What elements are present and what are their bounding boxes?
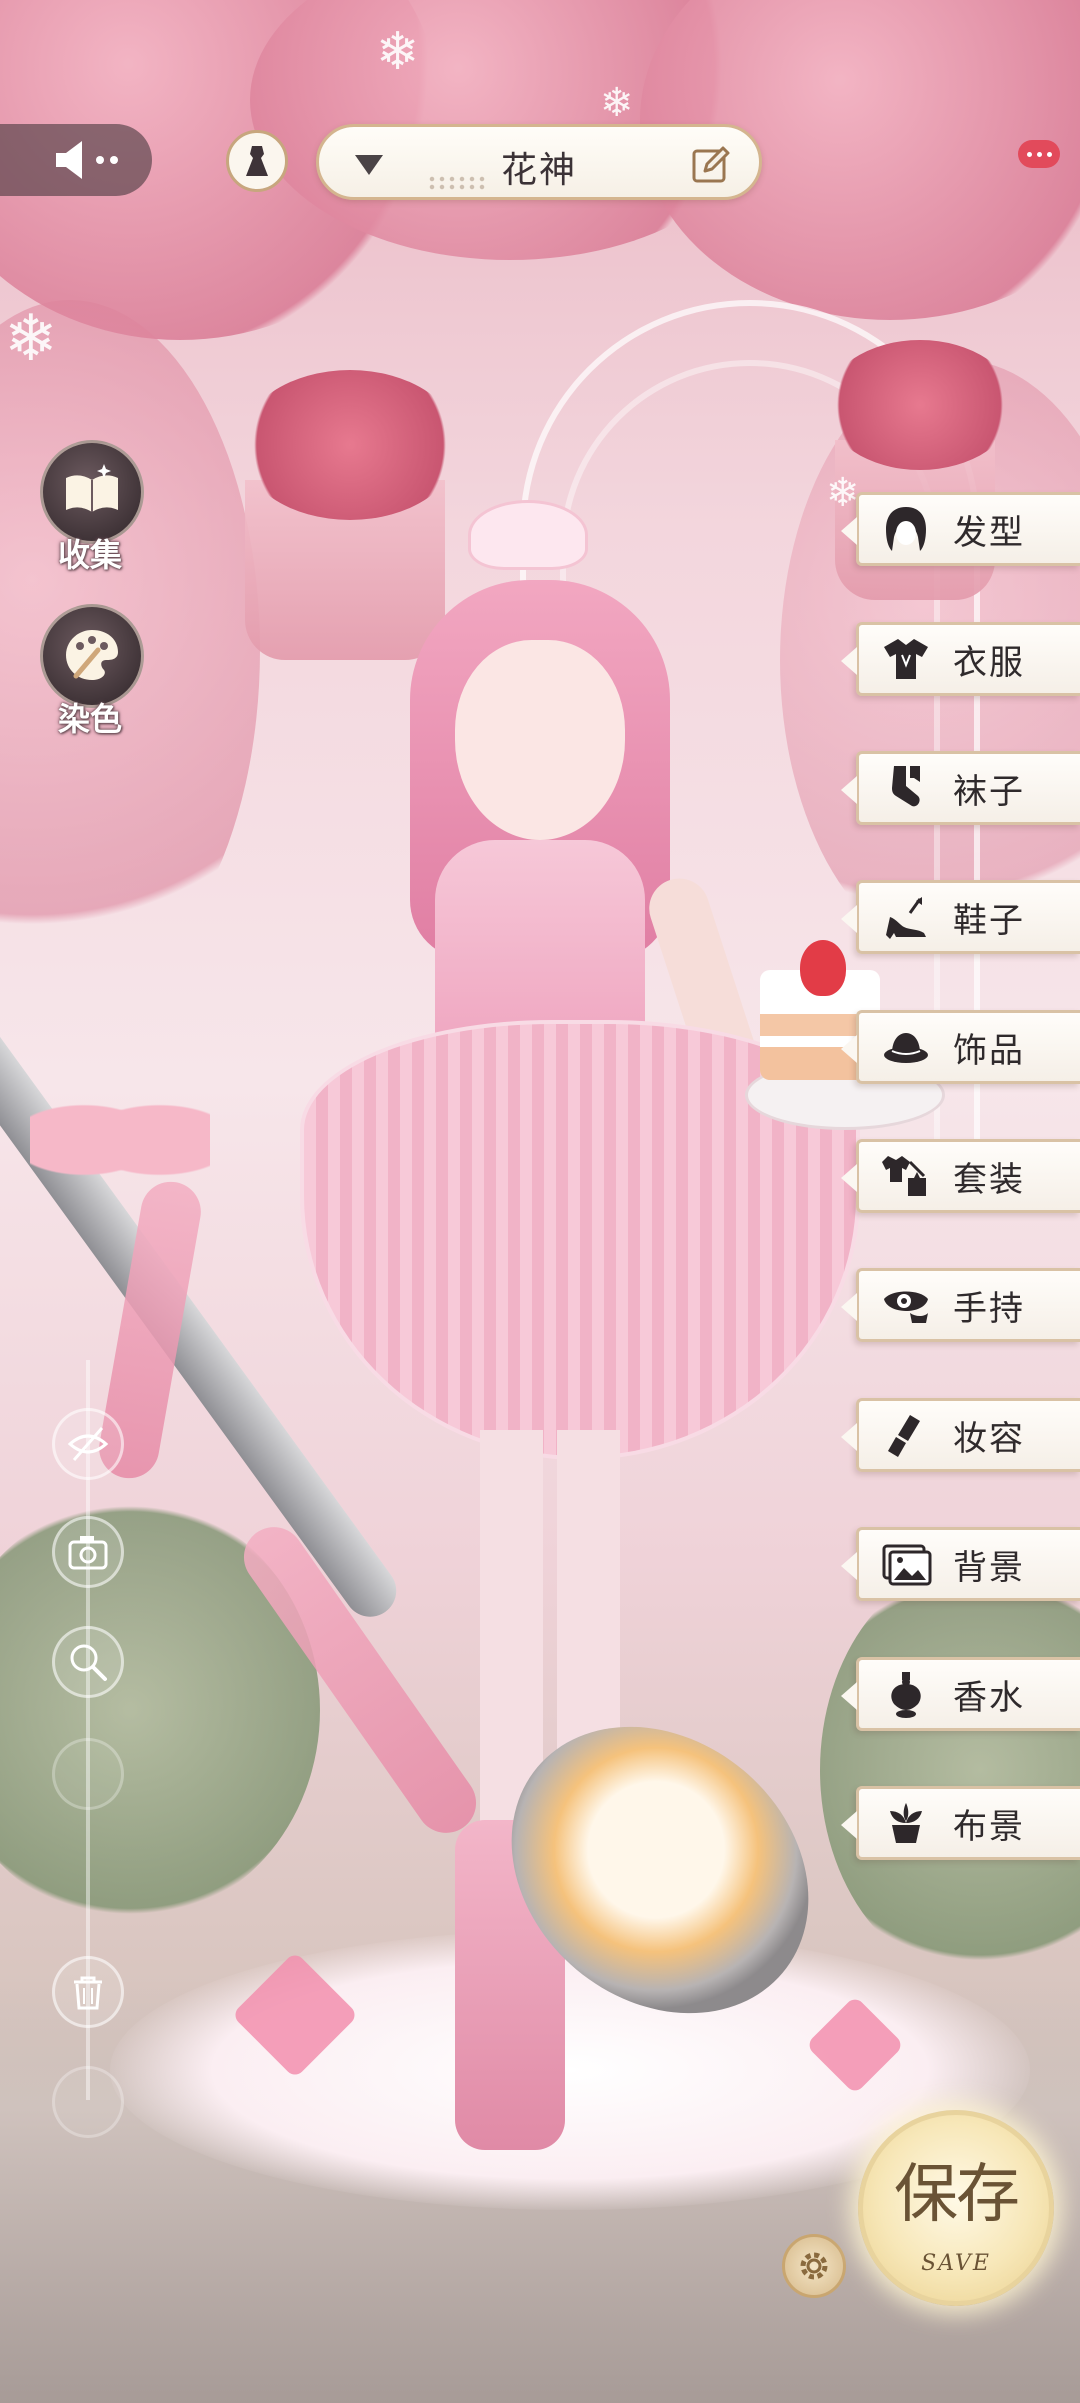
toolbar-slot-button[interactable]: [52, 1738, 124, 1810]
voice-toggle-button[interactable]: [0, 124, 152, 196]
clothes-icon: [875, 631, 937, 687]
tab-accessories[interactable]: 饰品: [841, 1010, 1080, 1084]
background-icon: [875, 1536, 937, 1592]
clear-outfit-button[interactable]: [52, 1956, 124, 2028]
tab-label: 布景: [953, 1806, 1025, 1847]
tab-shoes[interactable]: 鞋子: [841, 880, 1080, 954]
character-face: [455, 640, 625, 840]
speaker-icon: [56, 141, 118, 179]
strawberry: [800, 940, 846, 996]
outfit-name-bar[interactable]: 花神: [316, 124, 762, 200]
tab-label: 套装: [953, 1159, 1025, 1200]
scenery-icon: [875, 1795, 937, 1851]
tab-label: 香水: [953, 1677, 1025, 1718]
chat-notification-badge[interactable]: [1018, 140, 1060, 168]
snowflake-icon: ❄: [376, 22, 420, 82]
accessory-icon: [875, 1019, 937, 1075]
snowflake-icon: ❄: [4, 302, 58, 376]
trash-icon: [74, 1976, 102, 2010]
camera-icon: [68, 1536, 108, 1570]
hanging-flowers: [240, 370, 460, 520]
socks-icon: [875, 760, 937, 816]
magnifier-icon: [70, 1644, 107, 1681]
tab-clothes[interactable]: 衣服: [841, 622, 1080, 696]
snowflake-icon: ❄: [600, 80, 634, 126]
shoes-icon: [875, 889, 937, 945]
suit-icon: [875, 1148, 937, 1204]
collection-button[interactable]: [40, 440, 144, 544]
tab-label: 发型: [953, 512, 1025, 553]
settings-button[interactable]: [782, 2234, 846, 2298]
handheld-icon: [875, 1277, 937, 1333]
outfit-preset-button[interactable]: [226, 130, 288, 192]
tab-suits[interactable]: 套装: [841, 1139, 1080, 1213]
tab-label: 袜子: [953, 771, 1025, 812]
tab-label: 妆容: [953, 1418, 1025, 1459]
tab-socks[interactable]: 袜子: [841, 751, 1080, 825]
save-button[interactable]: 保存 SAVE: [858, 2110, 1054, 2306]
tab-perfume[interactable]: 香水: [841, 1657, 1080, 1731]
palette-icon: [66, 630, 118, 680]
tab-label: 饰品: [953, 1030, 1025, 1071]
dye-button[interactable]: [40, 604, 144, 708]
tab-hairstyle[interactable]: 发型: [841, 492, 1080, 566]
toolbar-slot-button[interactable]: [52, 2066, 124, 2138]
eye-hidden-icon: [67, 1427, 109, 1461]
makeup-icon: [875, 1407, 937, 1463]
tab-scenery[interactable]: 布景: [841, 1786, 1080, 1860]
dress-icon: [246, 146, 268, 176]
collection-label: 收集: [58, 536, 123, 574]
tab-label: 手持: [953, 1288, 1025, 1329]
hanging-flowers: [825, 340, 1015, 470]
tab-handheld[interactable]: 手持: [841, 1268, 1080, 1342]
tab-label: 背景: [953, 1547, 1025, 1588]
camera-button[interactable]: [52, 1516, 124, 1588]
edit-name-icon[interactable]: [691, 145, 731, 185]
tab-label: 鞋子: [953, 900, 1025, 941]
tab-label: 衣服: [953, 642, 1025, 683]
cat-hair-ornament: [468, 500, 588, 570]
perfume-icon: [875, 1666, 937, 1722]
tab-background[interactable]: 背景: [841, 1527, 1080, 1601]
gear-icon: [800, 2252, 828, 2280]
tab-makeup[interactable]: 妆容: [841, 1398, 1080, 1472]
zoom-button[interactable]: [52, 1626, 124, 1698]
dye-label: 染色: [58, 700, 123, 738]
save-label-en: SAVE: [921, 2251, 991, 2276]
hairstyle-icon: [875, 501, 937, 557]
snowflake-icon: ❄: [826, 470, 860, 516]
book-icon: [66, 464, 118, 512]
save-label-cn: 保存: [894, 2158, 1020, 2232]
hide-ui-button[interactable]: [52, 1408, 124, 1480]
spoon-ribbon-bow: [30, 1080, 210, 1200]
